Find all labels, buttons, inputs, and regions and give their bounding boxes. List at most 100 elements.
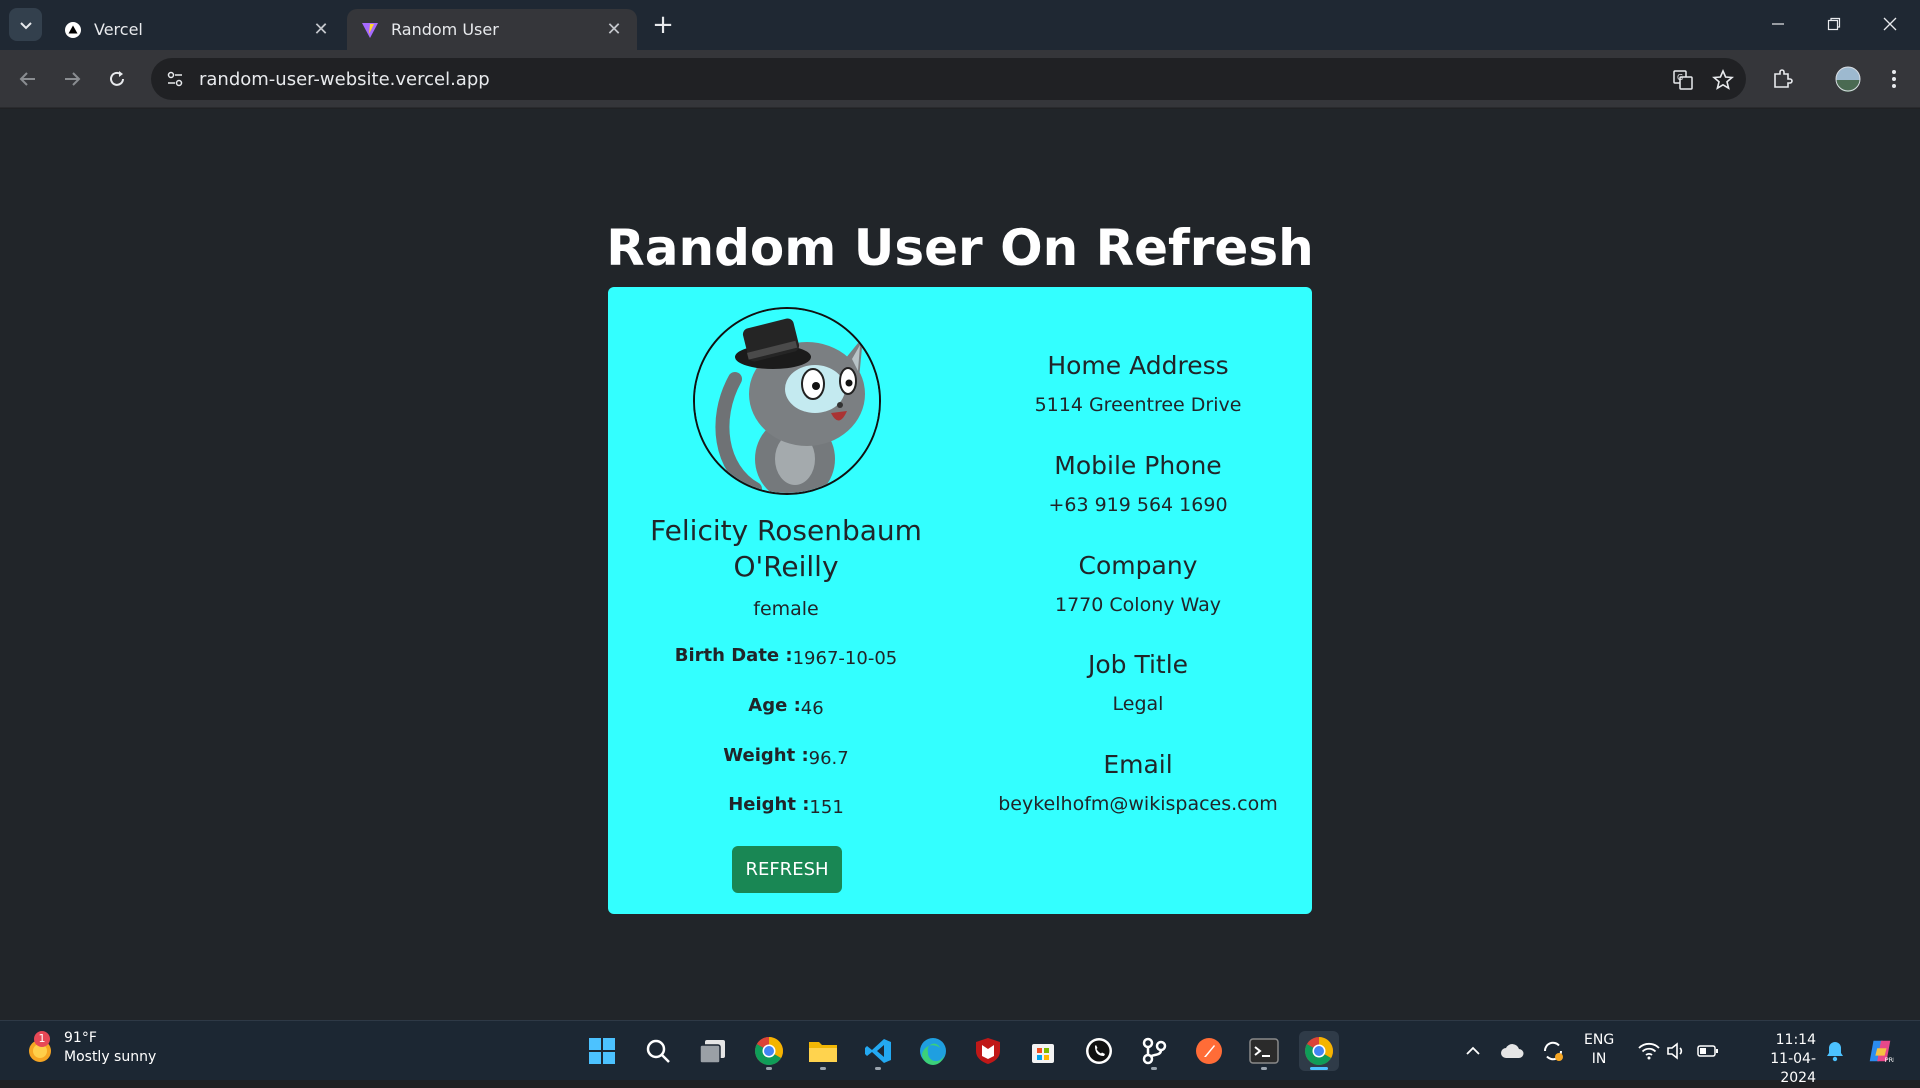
weather-widget[interactable]: 1 91°F Mostly sunny <box>24 1029 156 1067</box>
chrome-icon <box>1305 1037 1333 1065</box>
onedrive-tray[interactable] <box>1498 1037 1526 1065</box>
taskbar-chrome-app[interactable] <box>749 1031 789 1071</box>
stat-weight: Weight :96.7 <box>608 745 964 769</box>
taskbar-terminal[interactable] <box>1244 1031 1284 1071</box>
speaker-icon <box>1667 1042 1683 1060</box>
reload-button[interactable] <box>102 64 132 94</box>
minimize-button[interactable] <box>1758 8 1798 40</box>
cat-avatar-image <box>695 309 879 493</box>
show-hidden-icons-button[interactable] <box>1459 1037 1487 1065</box>
sync-tray[interactable] <box>1539 1037 1567 1065</box>
close-tab-icon[interactable]: ✕ <box>312 19 330 40</box>
site-info-icon[interactable] <box>163 67 187 91</box>
tab-vercel[interactable]: Vercel ✕ <box>50 9 344 50</box>
system-clock[interactable]: 11:14 11-04-2024 <box>1738 1031 1816 1088</box>
refresh-button[interactable]: REFRESH <box>732 846 842 893</box>
taskbar-mcafee[interactable] <box>968 1031 1008 1071</box>
user-name: Felicity Rosenbaum O'Reilly <box>650 514 922 583</box>
new-tab-button[interactable]: + <box>650 10 676 40</box>
weather-sun-icon: 1 <box>24 1031 54 1063</box>
weather-temp: 91°F <box>64 1030 97 1046</box>
restore-button[interactable] <box>1814 8 1854 40</box>
info-text: 1770 Colony Way <box>1055 594 1221 616</box>
copilot-button[interactable]: PRE <box>1866 1037 1894 1065</box>
bell-icon <box>1827 1042 1843 1062</box>
tab-search-button[interactable] <box>9 8 42 41</box>
vite-icon <box>361 21 379 39</box>
close-window-button[interactable] <box>1870 8 1910 40</box>
stat-label: Age : <box>748 695 801 716</box>
stat-value: 1967-10-05 <box>792 648 898 669</box>
taskbar-microsoft-store[interactable] <box>1023 1031 1063 1071</box>
git-icon <box>1142 1037 1167 1065</box>
task-view-icon <box>699 1040 725 1064</box>
info-heading: Company <box>1078 551 1198 580</box>
vscode-icon <box>865 1039 891 1063</box>
chevron-down-icon <box>19 21 32 29</box>
wifi-tray[interactable] <box>1635 1037 1663 1065</box>
language-region: IN <box>1591 1051 1607 1067</box>
stat-birth-date: Birth Date :1967-10-05 <box>608 645 964 669</box>
taskbar-postman[interactable] <box>1189 1031 1229 1071</box>
mcafee-shield-icon <box>976 1038 1000 1064</box>
language-indicator[interactable]: ENG IN <box>1584 1031 1614 1069</box>
minimize-icon <box>1772 23 1784 25</box>
close-icon <box>1883 17 1897 31</box>
vercel-triangle-icon <box>64 21 82 39</box>
avatar <box>1835 66 1861 92</box>
edge-icon <box>920 1038 946 1065</box>
info-company: Company 1770 Colony Way <box>964 551 1312 616</box>
stat-label: Birth Date : <box>674 645 793 666</box>
profile-button[interactable] <box>1833 64 1863 94</box>
taskbar-git-app[interactable] <box>1134 1031 1174 1071</box>
info-text: Legal <box>1112 693 1164 715</box>
taskbar-edge[interactable] <box>913 1031 953 1071</box>
stat-value: 96.7 <box>808 748 849 769</box>
wifi-icon <box>1638 1042 1660 1060</box>
address-bar[interactable]: random-user-website.vercel.app G <box>151 58 1746 100</box>
battery-tray[interactable] <box>1694 1037 1722 1065</box>
info-text: beykelhofm@wikispaces.com <box>998 793 1278 815</box>
back-button[interactable] <box>13 64 43 94</box>
extensions-button[interactable] <box>1767 64 1797 94</box>
info-home-address: Home Address 5114 Greentree Drive <box>964 351 1312 416</box>
kebab-menu-icon <box>1892 70 1896 88</box>
volume-tray[interactable] <box>1662 1037 1690 1065</box>
avatar <box>693 307 881 495</box>
tab-random-user[interactable]: Random User ✕ <box>347 9 637 50</box>
folder-icon <box>809 1042 837 1062</box>
taskbar-chrome-active[interactable] <box>1299 1031 1339 1071</box>
svg-text:G: G <box>1677 73 1683 82</box>
info-heading: Job Title <box>1087 650 1189 679</box>
postman-icon <box>1196 1038 1222 1064</box>
notifications-button[interactable] <box>1821 1037 1849 1065</box>
translate-icon[interactable]: G <box>1670 67 1696 93</box>
taskbar-file-explorer[interactable] <box>803 1031 843 1071</box>
reload-icon <box>110 71 124 86</box>
info-text: 5114 Greentree Drive <box>1034 394 1242 416</box>
stat-value: 151 <box>809 797 844 818</box>
taskbar-whatsapp[interactable] <box>1079 1031 1119 1071</box>
browser-tab-bar: Vercel ✕ Random User ✕ + <box>0 0 1920 50</box>
browser-toolbar: random-user-website.vercel.app G <box>0 50 1920 108</box>
user-gender: female <box>753 598 819 620</box>
browser-menu-button[interactable] <box>1879 64 1909 94</box>
user-info-column: Home Address 5114 Greentree Drive Mobile… <box>964 287 1312 914</box>
info-heading: Mobile Phone <box>1054 451 1222 480</box>
taskbar-search-button[interactable] <box>638 1031 678 1071</box>
info-heading: Home Address <box>1047 351 1229 380</box>
bookmark-star-icon[interactable] <box>1710 67 1736 93</box>
task-view-button[interactable] <box>693 1031 733 1071</box>
info-job-title: Job Title Legal <box>964 650 1312 715</box>
taskbar-vscode[interactable] <box>858 1031 898 1071</box>
user-profile-column: Felicity Rosenbaum O'Reilly female Birth… <box>608 287 964 914</box>
forward-button[interactable] <box>57 64 87 94</box>
close-tab-icon[interactable]: ✕ <box>605 19 623 40</box>
info-mobile-phone: Mobile Phone +63 919 564 1690 <box>964 451 1312 516</box>
svg-text:PRE: PRE <box>1885 1056 1894 1064</box>
stat-label: Weight : <box>723 745 809 766</box>
start-button[interactable] <box>582 1031 622 1071</box>
clock-date: 11-04-2024 <box>1770 1051 1816 1086</box>
search-icon <box>646 1039 670 1063</box>
windows-taskbar: 1 91°F Mostly sunny ENG IN 11:14 11-04-2… <box>0 1020 1920 1086</box>
